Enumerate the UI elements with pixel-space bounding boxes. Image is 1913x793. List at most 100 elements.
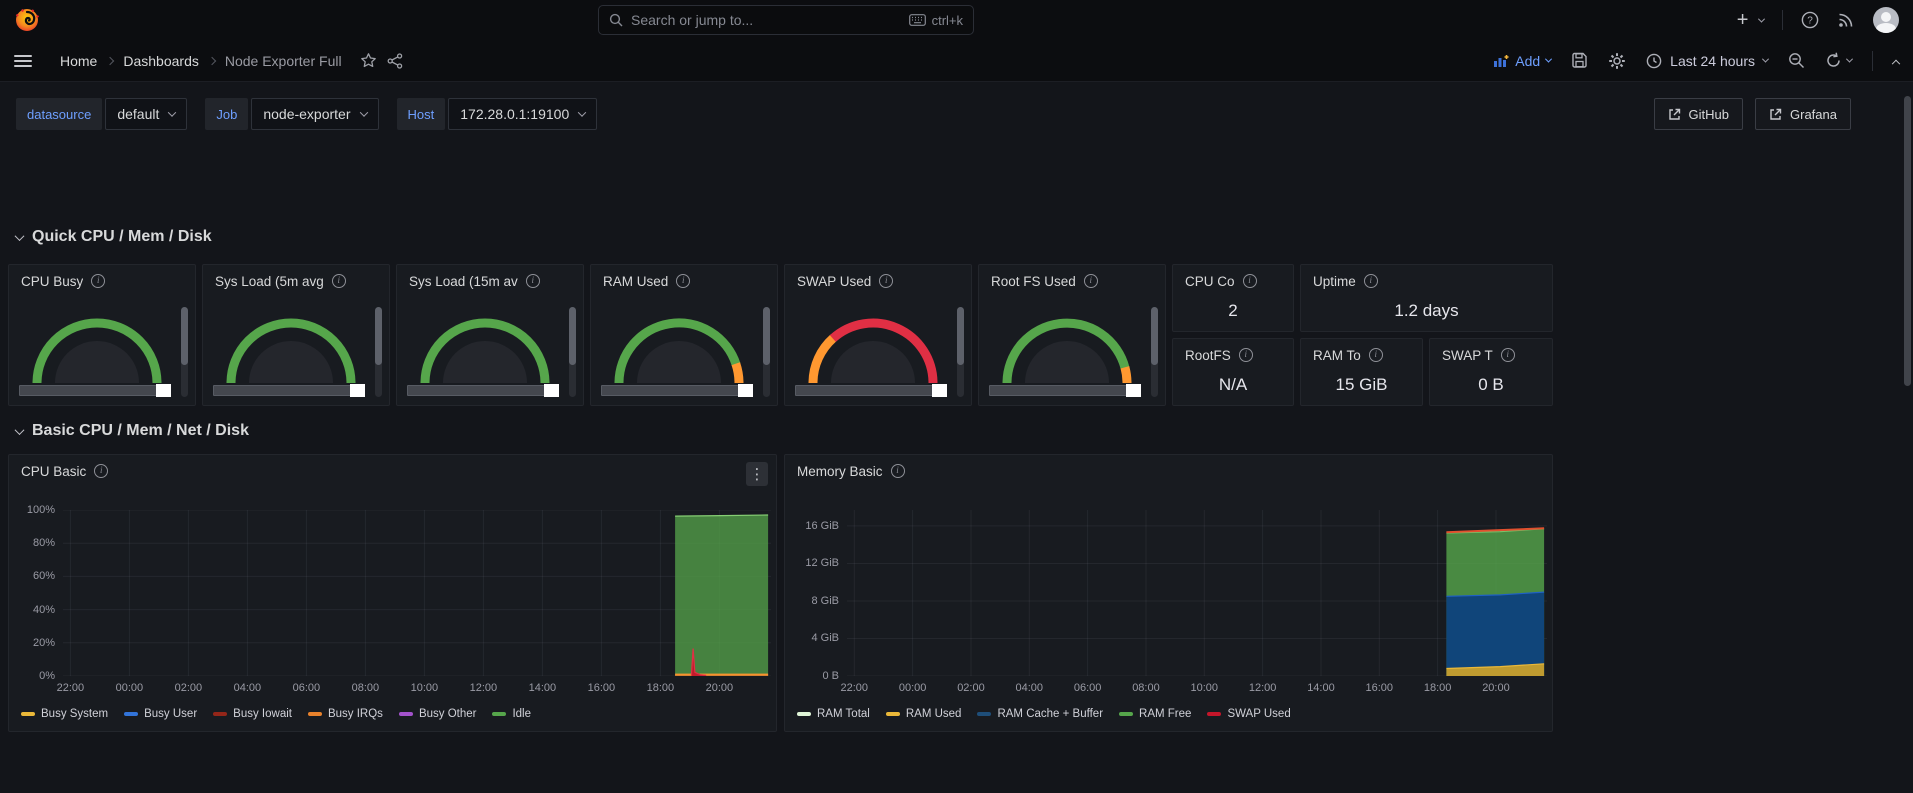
panel-vertical-scrollbar[interactable]: [181, 307, 188, 397]
info-icon[interactable]: i: [1239, 348, 1253, 362]
row-collapse-icon: [15, 425, 25, 435]
scrollbar-thumb[interactable]: [156, 384, 171, 397]
panel-header[interactable]: RAM Toi: [1301, 339, 1422, 371]
scrollbar-thumb[interactable]: [1126, 384, 1141, 397]
info-icon[interactable]: i: [94, 464, 108, 478]
legend-item-busy-other[interactable]: Busy Other: [399, 708, 477, 720]
add-panel-button[interactable]: Add: [1493, 53, 1551, 69]
help-icon[interactable]: ?: [1801, 11, 1819, 29]
menu-toggle-icon[interactable]: [14, 55, 32, 67]
panel-menu-button[interactable]: ⋮: [746, 462, 768, 486]
info-icon[interactable]: i: [1364, 274, 1378, 288]
panel-header[interactable]: Root FS Usedi: [979, 265, 1165, 297]
time-range-picker[interactable]: Last 24 hours: [1646, 53, 1768, 69]
add-panel-icon: [1493, 54, 1509, 68]
user-avatar[interactable]: [1873, 7, 1899, 33]
link-button-label: Grafana: [1790, 107, 1837, 122]
save-dashboard-icon[interactable]: [1571, 52, 1588, 69]
legend-item-busy-user[interactable]: Busy User: [124, 708, 197, 720]
info-icon[interactable]: i: [676, 274, 690, 288]
info-icon[interactable]: i: [332, 274, 346, 288]
legend-item-ram-total[interactable]: RAM Total: [797, 708, 870, 720]
panel-vertical-scrollbar[interactable]: [1151, 307, 1158, 397]
link-button-grafana[interactable]: Grafana: [1755, 98, 1851, 130]
scrollbar-thumb[interactable]: [738, 384, 753, 397]
share-icon[interactable]: [387, 53, 403, 69]
panel-header[interactable]: Sys Load (15m avi: [397, 265, 583, 297]
info-icon[interactable]: i: [879, 274, 893, 288]
scrollbar-thumb[interactable]: [957, 307, 964, 365]
panel-memory-basic: Memory Basic i 22:0000:0002:0004:0006:00…: [784, 454, 1553, 732]
news-icon[interactable]: [1837, 11, 1855, 29]
panel-header[interactable]: RAM Usedi: [591, 265, 777, 297]
scrollbar-thumb[interactable]: [375, 307, 382, 365]
search-input[interactable]: [631, 12, 901, 28]
panel-header[interactable]: SWAP Ti: [1430, 339, 1552, 371]
memory-basic-plot[interactable]: [847, 510, 1547, 676]
info-icon[interactable]: i: [1243, 274, 1257, 288]
zoom-out-time-icon[interactable]: [1788, 52, 1805, 69]
panel-horizontal-scrollbar[interactable]: [213, 385, 365, 396]
scrollbar-thumb[interactable]: [181, 307, 188, 365]
panel-header[interactable]: CPU Coi: [1173, 265, 1293, 297]
panel-horizontal-scrollbar[interactable]: [989, 385, 1141, 396]
panel-horizontal-scrollbar[interactable]: [601, 385, 753, 396]
panel-title: Sys Load (5m avg: [215, 274, 324, 289]
variable-value-dropdown[interactable]: default: [105, 98, 187, 130]
cpu-basic-plot[interactable]: [63, 510, 771, 676]
legend-item-swap-used[interactable]: SWAP Used: [1207, 708, 1290, 720]
scrollbar-thumb[interactable]: [350, 384, 365, 397]
row-quick-cpu-mem-disk[interactable]: Quick CPU / Mem / Disk: [16, 228, 212, 246]
panel-header[interactable]: CPU Basic i: [9, 455, 776, 487]
search-box[interactable]: ctrl+k: [598, 5, 974, 35]
legend-item-busy-irqs[interactable]: Busy IRQs: [308, 708, 383, 720]
legend-item-idle[interactable]: Idle: [492, 708, 531, 720]
scrollbar-thumb[interactable]: [569, 307, 576, 365]
legend-item-busy-system[interactable]: Busy System: [21, 708, 108, 720]
new-button[interactable]: +: [1737, 9, 1764, 32]
favorite-star-icon[interactable]: [360, 52, 377, 69]
scrollbar-thumb[interactable]: [763, 307, 770, 365]
breadcrumb-dashboards[interactable]: Dashboards: [123, 53, 199, 69]
variable-value-dropdown[interactable]: 172.28.0.1:19100: [448, 98, 597, 130]
collapse-toolbar-icon[interactable]: [1893, 58, 1899, 64]
scrollbar-thumb[interactable]: [932, 384, 947, 397]
row-basic-cpu-mem-net-disk[interactable]: Basic CPU / Mem / Net / Disk: [16, 422, 249, 440]
info-icon[interactable]: i: [91, 274, 105, 288]
panel-vertical-scrollbar[interactable]: [957, 307, 964, 397]
panel-header[interactable]: CPU Busyi: [9, 265, 195, 297]
panel-header[interactable]: Memory Basic i: [785, 455, 1552, 487]
info-icon[interactable]: i: [1501, 348, 1515, 362]
variable-value-dropdown[interactable]: node-exporter: [251, 98, 378, 130]
page-scrollbar[interactable]: [1904, 96, 1911, 386]
legend-item-ram-used[interactable]: RAM Used: [886, 708, 962, 720]
panel-header[interactable]: RootFSi: [1173, 339, 1293, 371]
panel-vertical-scrollbar[interactable]: [763, 307, 770, 397]
panel-header[interactable]: SWAP Usedi: [785, 265, 971, 297]
info-icon[interactable]: i: [526, 274, 540, 288]
panel-header[interactable]: Uptimei: [1301, 265, 1552, 297]
panel-vertical-scrollbar[interactable]: [375, 307, 382, 397]
panel-header[interactable]: Sys Load (5m avg i: [203, 265, 389, 297]
panel-horizontal-scrollbar[interactable]: [407, 385, 559, 396]
info-icon[interactable]: i: [1369, 348, 1383, 362]
info-icon[interactable]: i: [891, 464, 905, 478]
dashboard-settings-icon[interactable]: [1608, 52, 1626, 70]
legend-item-busy-iowait[interactable]: Busy Iowait: [213, 708, 292, 720]
grafana-logo[interactable]: [14, 7, 40, 33]
panel-vertical-scrollbar[interactable]: [569, 307, 576, 397]
legend-item-ram-cache-buffer[interactable]: RAM Cache + Buffer: [977, 708, 1103, 720]
legend-swatch: [399, 712, 413, 716]
x-axis-tick: 10:00: [411, 682, 439, 694]
legend-swatch: [1119, 712, 1133, 716]
breadcrumb-home[interactable]: Home: [60, 53, 97, 69]
scrollbar-thumb[interactable]: [544, 384, 559, 397]
x-axis-tick: 12:00: [1249, 682, 1277, 694]
panel-horizontal-scrollbar[interactable]: [795, 385, 947, 396]
scrollbar-thumb[interactable]: [1151, 307, 1158, 365]
refresh-button[interactable]: [1825, 52, 1852, 69]
panel-horizontal-scrollbar[interactable]: [19, 385, 171, 396]
legend-item-ram-free[interactable]: RAM Free: [1119, 708, 1191, 720]
link-button-github[interactable]: GitHub: [1654, 98, 1743, 130]
info-icon[interactable]: i: [1084, 274, 1098, 288]
